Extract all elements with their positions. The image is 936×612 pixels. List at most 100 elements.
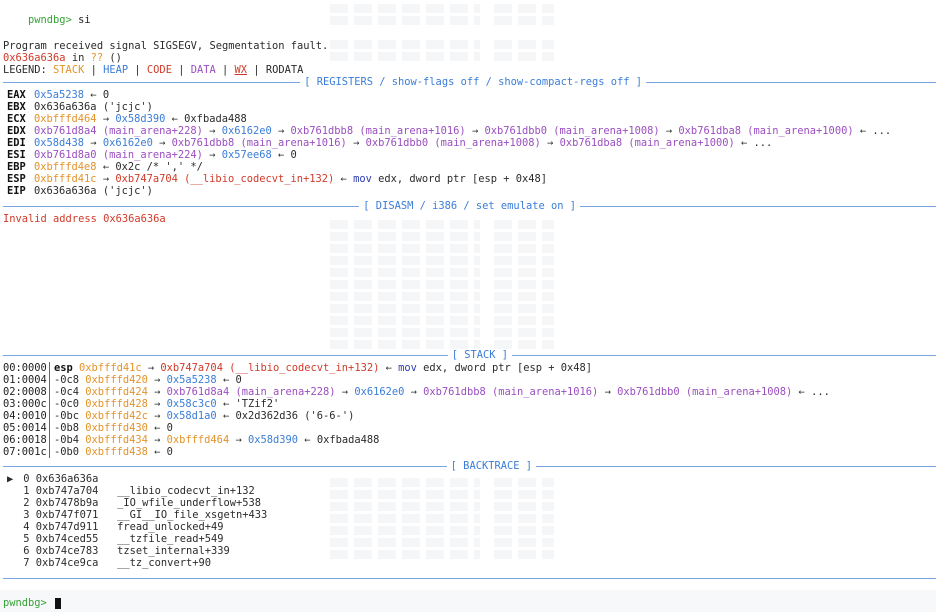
reg-name: EBX: [7, 101, 26, 113]
reg-deref: 0: [102, 89, 110, 101]
unknown-symbol: ??: [90, 52, 104, 64]
legend-code: CODE: [146, 64, 172, 76]
stack-addr: 0xbfffd420: [85, 374, 148, 386]
stack-addr: 0xbfffd424: [85, 386, 148, 398]
arrow: →: [202, 149, 222, 161]
frame-symbol: __tz_convert+90: [117, 557, 211, 569]
fault-location: 0x636a636a in ?? (): [3, 52, 122, 64]
frame-index: 3: [23, 509, 30, 521]
reg-deref: 0xb761dba8 (main_arena+1000): [559, 137, 735, 149]
arrow: →: [271, 125, 291, 137]
stack-offset: 07:001c: [3, 446, 47, 458]
stack-row: 04:0010 -0bc 0xbfffd42c → 0x58d1a0 ← 0x2d…: [3, 410, 355, 422]
reg-name: ESI: [7, 149, 26, 161]
reg-deref: 0xb761dbb0 (main_arena+1008): [484, 125, 660, 137]
reg-deref: 0xfbada488: [184, 113, 247, 125]
stack-value: 0xb761d8a4 (main_arena+228): [166, 386, 336, 398]
frame-symbol: __tzfile_read+549: [117, 533, 224, 545]
arrow: →: [659, 125, 679, 137]
stack-addr: 0xbfffd41c: [79, 362, 142, 374]
stack-addr: 0xbfffd42c: [85, 410, 148, 422]
register-edx: EDX 0xb761d8a4 (main_arena+228) → 0x6162e…: [3, 125, 891, 137]
reg-deref: 0x2c /* ',' */: [115, 161, 203, 173]
fault-paren: (): [103, 52, 122, 64]
arrow: ←: [96, 161, 116, 173]
reg-deref: 0xb761dbb0 (main_arena+1008): [365, 137, 541, 149]
command-text: si: [78, 14, 91, 26]
stack-value: 0x58d390: [247, 434, 299, 446]
reg-name: ECX: [7, 113, 26, 125]
stack-addr: 0xbfffd430: [85, 422, 148, 434]
arrow: →: [465, 125, 485, 137]
stack-reg: -0c4: [54, 386, 80, 398]
backtrace-frame: 4 0xb747d911 fread_unlocked+49: [3, 521, 223, 533]
legend-sep: |: [171, 64, 191, 76]
legend-heap: HEAP: [103, 64, 129, 76]
stack-offset: 00:0000: [3, 362, 47, 374]
reg-deref: 0xb761dbb8 (main_arena+1016): [290, 125, 466, 137]
stack-addr: 0xbfffd434: [85, 434, 148, 446]
stack-tail: 'TZif2': [235, 398, 280, 410]
reg-deref: 0xb761dba8 (main_arena+1000): [678, 125, 854, 137]
stack-tail: 0: [166, 446, 173, 458]
legend-sep: |: [128, 64, 147, 76]
reg-name: EDX: [7, 125, 26, 137]
instruction-operands: edx, dword ptr [esp + 0x48]: [371, 173, 548, 185]
legend-prefix: LEGEND:: [3, 64, 54, 76]
reg-deref: 0xb761dbb8 (main_arena+1016): [171, 137, 347, 149]
frame-index: 6: [23, 545, 30, 557]
frame-symbol: __GI__IO_file_xsgetn+433: [117, 509, 268, 521]
reg-deref: 0x6162e0: [221, 125, 272, 137]
register-ebp: EBP 0xbfffd4e8 ← 0x2c /* ',' */: [3, 161, 203, 173]
legend-rodata: RODATA: [265, 64, 304, 76]
legend-sep: |: [84, 64, 104, 76]
frame-index: 1: [23, 485, 30, 497]
register-esi: ESI 0xb761d8a0 (main_arena+224) → 0x57ee6…: [3, 149, 297, 161]
frame-index: 7: [23, 557, 30, 569]
frame-index: 4: [23, 521, 30, 533]
stack-reg: -0b4: [54, 434, 80, 446]
backtrace-frame: 7 0xb74ce9ca __tz_convert+90: [3, 557, 211, 569]
command-line: pwndbg> si: [3, 2, 91, 26]
bottom-separator: [3, 572, 936, 584]
reg-deref: 0x57ee68: [221, 149, 272, 161]
arrow: →: [202, 125, 222, 137]
arrow: →: [152, 137, 172, 149]
reg-deref: 0x58d390: [115, 113, 166, 125]
reg-value: 0xbfffd41c: [34, 173, 97, 185]
reg-deref: 0xb747a704 (__libio_codecvt_in+132): [115, 173, 335, 185]
stack-value: 0x6162e0: [354, 386, 405, 398]
legend-sep: |: [247, 64, 266, 76]
stack-value: 0xb761dbb8 (main_arena+1016): [423, 386, 599, 398]
stack-value: 0x58c3c0: [166, 398, 217, 410]
frame-symbol: _IO_wfile_underflow+538: [117, 497, 262, 509]
reg-value: 0x636a636a ('jcjc'): [34, 101, 153, 113]
stack-header-title: [ STACK ]: [451, 349, 508, 361]
reg-value: 0x5a5238: [34, 89, 85, 101]
backtrace-frame: ▶ 0 0x636a636a: [3, 473, 117, 485]
backtrace-frame: 3 0xb747f071 __GI__IO_file_xsgetn+433: [3, 509, 267, 521]
terminal-bottom-strip: [0, 590, 936, 612]
arrow: →: [540, 137, 560, 149]
stack-row: 01:0004 -0c8 0xbfffd420 → 0x5a5238 ← 0: [3, 374, 242, 386]
input-prompt-line[interactable]: pwndbg>: [3, 597, 62, 609]
text-cursor[interactable]: [55, 597, 62, 609]
frame-index: 2: [23, 497, 30, 509]
stack-offset: 04:0010: [3, 410, 47, 422]
frame-address: 0x636a636a: [35, 473, 99, 485]
frame-marker: [3, 557, 17, 569]
reg-name: EIP: [7, 185, 26, 197]
arrow: →: [96, 173, 116, 185]
backtrace-header: [ BACKTRACE ]: [3, 460, 936, 472]
stack-reg: -0c0: [54, 398, 80, 410]
stack-reg: -0bc: [54, 410, 80, 422]
frame-address: 0xb747f071: [35, 509, 99, 521]
arrow: →: [96, 113, 116, 125]
register-edi: EDI 0x58d438 → 0x6162e0 → 0xb761dbb8 (mai…: [3, 137, 772, 149]
stack-row: 07:001c -0b0 0xbfffd438 ← 0: [3, 446, 173, 458]
registers-header: [ REGISTERS / show-flags off / show-comp…: [3, 76, 936, 88]
frame-marker: [3, 533, 17, 545]
backtrace-frame: 6 0xb74ce783 tzset_internal+339: [3, 545, 229, 557]
stack-tail: 0: [235, 374, 242, 386]
frame-index: 0: [23, 473, 30, 485]
